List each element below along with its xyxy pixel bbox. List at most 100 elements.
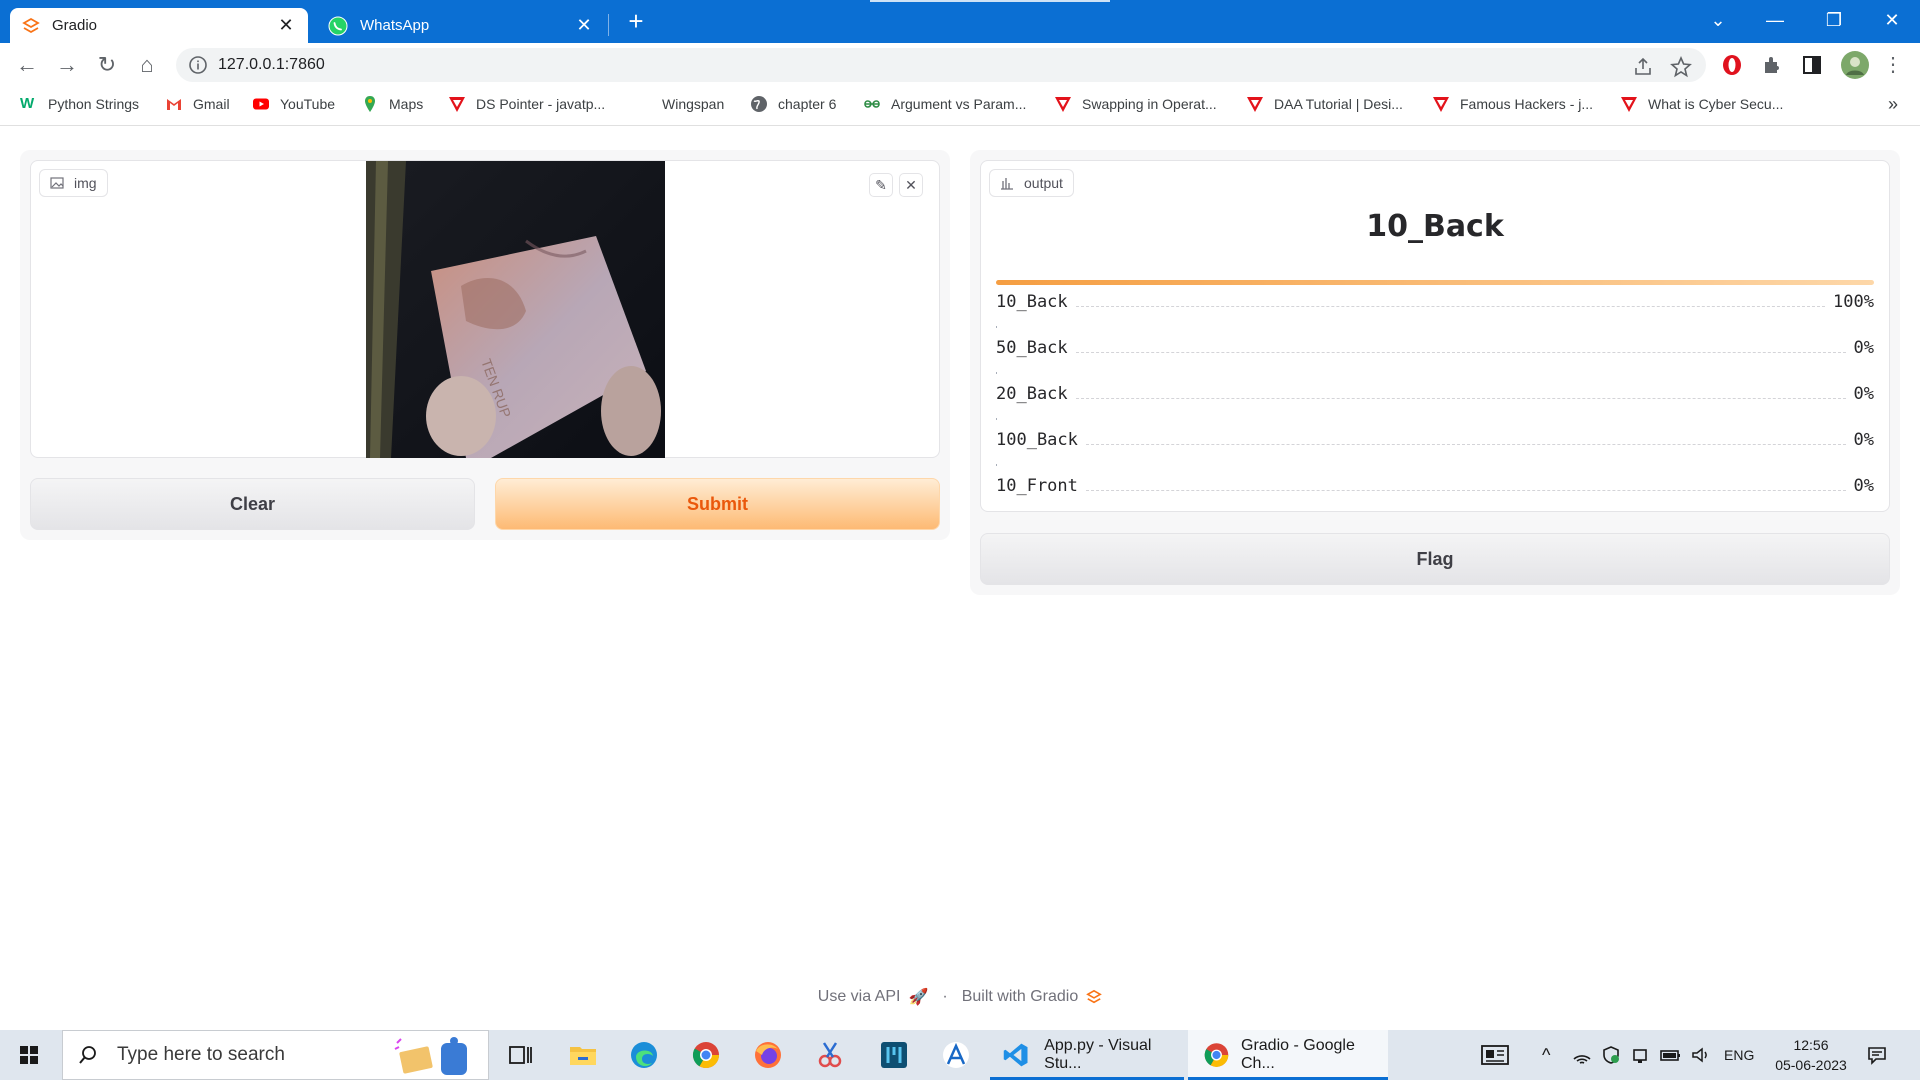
reload-icon[interactable]: ↻ bbox=[92, 50, 122, 80]
tab-gradio[interactable]: Gradio ✕ bbox=[10, 8, 308, 43]
flag-button[interactable]: Flag bbox=[980, 533, 1890, 585]
news-widget-icon[interactable] bbox=[1480, 1030, 1510, 1080]
restore-button[interactable]: ❐ bbox=[1814, 6, 1854, 34]
javatpoint-icon bbox=[1621, 97, 1637, 112]
close-window-button[interactable]: ✕ bbox=[1872, 6, 1912, 34]
confidence-class-label: 20_Back bbox=[996, 384, 1068, 404]
image-input-block[interactable]: img TEN RUP ✎ ✕ bbox=[30, 160, 940, 458]
taskbar-chrome-task[interactable]: Gradio - Google Ch... bbox=[1188, 1030, 1388, 1080]
remove-image-close-icon[interactable]: ✕ bbox=[899, 173, 923, 197]
input-language[interactable]: ENG bbox=[1724, 1030, 1754, 1080]
firefox-icon[interactable] bbox=[752, 1039, 784, 1071]
chrome-icon[interactable] bbox=[690, 1039, 722, 1071]
azure-a-icon[interactable] bbox=[940, 1039, 972, 1071]
windows-start-icon[interactable] bbox=[0, 1030, 60, 1080]
confidence-leader-dots bbox=[1085, 481, 1846, 491]
bookmark-gmail[interactable]: Gmail bbox=[165, 95, 230, 113]
blank-page-icon bbox=[634, 95, 652, 113]
maps-pin-icon bbox=[365, 96, 375, 112]
confidence-class-label: 10_Back bbox=[996, 292, 1068, 312]
bookmark-python-strings[interactable]: W Python Strings bbox=[20, 95, 139, 113]
bookmarks-bar: W Python Strings Gmail YouTube Maps DS P… bbox=[0, 86, 1920, 126]
close-tab-icon[interactable]: ✕ bbox=[276, 15, 296, 36]
profile-avatar[interactable] bbox=[1840, 50, 1870, 80]
security-shield-icon[interactable] bbox=[1601, 1030, 1621, 1080]
new-tab-button[interactable]: + bbox=[622, 8, 650, 36]
edit-pencil-icon[interactable]: ✎ bbox=[869, 173, 893, 197]
bookmark-star-icon[interactable] bbox=[1670, 56, 1692, 78]
clear-button[interactable]: Clear bbox=[30, 478, 475, 530]
confidence-class-label: 100_Back bbox=[996, 430, 1078, 450]
built-with-gradio-link[interactable]: Built with Gradio bbox=[962, 988, 1079, 1006]
bookmark-wingspan[interactable]: Wingspan bbox=[634, 95, 724, 113]
tab-whatsapp[interactable]: WhatsApp ✕ bbox=[316, 8, 606, 43]
bookmark-cyber-security[interactable]: What is Cyber Secu... bbox=[1620, 95, 1783, 113]
wifi-icon[interactable] bbox=[1572, 1030, 1592, 1080]
bookmark-maps[interactable]: Maps bbox=[361, 95, 423, 113]
task-label: App.py - Visual Stu... bbox=[1044, 1037, 1152, 1072]
bookmark-ds-pointer[interactable]: DS Pointer - javatp... bbox=[448, 95, 605, 113]
output-label: output bbox=[989, 169, 1074, 197]
input-panel: img TEN RUP ✎ ✕ Clear Submit bbox=[20, 150, 950, 540]
rocket-icon: 🚀 bbox=[908, 989, 929, 1006]
bookmark-label: chapter 6 bbox=[778, 96, 837, 112]
back-arrow-icon[interactable]: ← bbox=[12, 50, 42, 80]
url-text[interactable]: 127.0.0.1:7860 bbox=[218, 56, 325, 74]
address-bar[interactable]: 127.0.0.1:7860 bbox=[176, 48, 1706, 82]
site-info-icon[interactable] bbox=[188, 55, 208, 75]
close-tab-icon[interactable]: ✕ bbox=[574, 15, 594, 36]
confidence-leader-dots bbox=[1085, 435, 1846, 445]
task-view-icon[interactable] bbox=[504, 1039, 536, 1071]
confidence-percent: 0% bbox=[1853, 430, 1874, 450]
battery-icon[interactable] bbox=[1660, 1030, 1682, 1080]
tab-search-chevron-icon[interactable]: ⌄ bbox=[1698, 6, 1738, 34]
confidence-bar-track bbox=[996, 464, 1874, 469]
file-explorer-icon[interactable] bbox=[567, 1039, 599, 1071]
bookmark-chapter-6[interactable]: chapter 6 bbox=[750, 95, 836, 113]
edge-browser-icon[interactable] bbox=[628, 1039, 660, 1071]
bookmark-label: DAA Tutorial | Desi... bbox=[1274, 96, 1403, 112]
notifications-icon[interactable] bbox=[1866, 1030, 1888, 1080]
confidence-percent: 100% bbox=[1833, 292, 1874, 312]
gradio-logo-icon bbox=[22, 17, 40, 33]
device-icon[interactable] bbox=[1630, 1030, 1650, 1080]
confidence-bar bbox=[996, 280, 1874, 285]
minimize-button[interactable]: — bbox=[1755, 6, 1795, 34]
confidence-class-label: 50_Back bbox=[996, 338, 1068, 358]
opera-extension-icon[interactable] bbox=[1720, 53, 1744, 77]
snipping-tool-icon[interactable] bbox=[814, 1039, 846, 1071]
confidence-text: 20_Back 0% bbox=[996, 384, 1874, 404]
gradio-logo-icon bbox=[1086, 989, 1103, 1004]
search-icon bbox=[79, 1046, 96, 1064]
share-icon[interactable] bbox=[1632, 56, 1654, 78]
clock[interactable]: 12:56 05-06-2023 bbox=[1766, 1035, 1856, 1075]
bookmark-argument-vs-param[interactable]: Argument vs Param... bbox=[863, 95, 1026, 113]
taskbar-search-box[interactable]: Type here to search bbox=[62, 1030, 489, 1080]
azure-data-studio-icon[interactable] bbox=[878, 1039, 910, 1071]
volume-icon[interactable] bbox=[1690, 1030, 1712, 1080]
bookmark-label: Wingspan bbox=[662, 96, 725, 112]
tab-separator bbox=[608, 14, 609, 36]
bookmark-swapping[interactable]: Swapping in Operat... bbox=[1054, 95, 1217, 113]
home-icon[interactable]: ⌂ bbox=[132, 50, 162, 80]
confidence-leader-dots bbox=[1075, 389, 1846, 399]
taskbar-vscode-task[interactable]: App.py - Visual Stu... bbox=[990, 1030, 1184, 1080]
confidence-bar-track bbox=[996, 418, 1874, 423]
use-via-api-link[interactable]: Use via API bbox=[818, 988, 901, 1006]
more-bookmarks-chevron-icon[interactable]: » bbox=[1888, 94, 1898, 115]
extensions-puzzle-icon[interactable] bbox=[1760, 53, 1784, 77]
bookmark-youtube[interactable]: YouTube bbox=[252, 95, 335, 113]
forward-arrow-icon[interactable]: → bbox=[52, 50, 82, 80]
vscode-icon bbox=[1003, 1043, 1028, 1067]
bookmark-label: Swapping in Operat... bbox=[1082, 96, 1217, 112]
clock-time: 12:56 bbox=[1793, 1037, 1829, 1053]
submit-button[interactable]: Submit bbox=[495, 478, 940, 530]
browser-menu-icon[interactable]: ⋮ bbox=[1878, 50, 1908, 80]
javatpoint-icon bbox=[449, 97, 465, 112]
bookmark-famous-hackers[interactable]: Famous Hackers - j... bbox=[1432, 95, 1593, 113]
gmail-icon bbox=[167, 99, 181, 110]
show-hidden-icons-chevron-icon[interactable]: ^ bbox=[1542, 1030, 1550, 1080]
side-panel-icon[interactable] bbox=[1800, 53, 1824, 77]
bookmark-label: Maps bbox=[389, 96, 424, 112]
bookmark-daa-tutorial[interactable]: DAA Tutorial | Desi... bbox=[1246, 95, 1403, 113]
